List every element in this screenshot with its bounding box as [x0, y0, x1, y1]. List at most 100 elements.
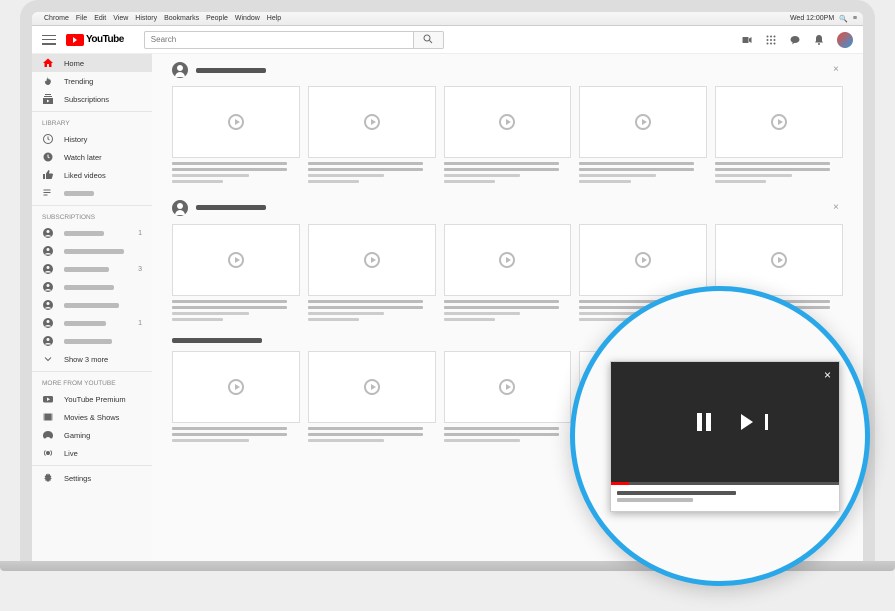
video-shelf: × — [172, 62, 843, 186]
mac-menu-window[interactable]: Window — [235, 15, 260, 22]
mac-menu-bookmarks[interactable]: Bookmarks — [164, 15, 199, 22]
user-avatar[interactable] — [837, 32, 853, 48]
mac-clock: Wed 12:00PM — [790, 15, 834, 22]
pip-magnifier: × — [570, 286, 870, 586]
sidebar-item-premium[interactable]: YouTube Premium — [32, 390, 152, 408]
mac-menu-chrome[interactable]: Chrome — [44, 15, 69, 22]
create-video-icon[interactable] — [741, 34, 753, 46]
play-icon — [635, 252, 651, 268]
sidebar-item-liked[interactable]: Liked videos — [32, 166, 152, 184]
youtube-icon — [42, 393, 54, 405]
shelf-title — [196, 68, 266, 73]
play-icon — [364, 252, 380, 268]
sidebar-item-watch-later[interactable]: Watch later — [32, 148, 152, 166]
channel-avatar-icon — [42, 263, 54, 275]
play-icon — [499, 252, 515, 268]
play-icon — [771, 252, 787, 268]
hamburger-icon[interactable] — [42, 35, 56, 45]
video-card[interactable] — [172, 351, 300, 445]
mac-menu-view[interactable]: View — [113, 15, 128, 22]
gaming-icon — [42, 429, 54, 441]
video-card[interactable] — [444, 351, 572, 445]
mac-menu-people[interactable]: People — [206, 15, 228, 22]
next-button[interactable] — [741, 414, 753, 430]
play-icon — [228, 379, 244, 395]
video-card[interactable] — [172, 224, 300, 324]
play-icon — [228, 114, 244, 130]
video-thumbnail — [308, 86, 436, 158]
shelf-title — [196, 205, 266, 210]
sidebar-sub-channel[interactable] — [32, 278, 152, 296]
youtube-logo[interactable]: YouTube — [66, 34, 124, 46]
sidebar-sub-channel[interactable] — [32, 242, 152, 260]
sidebar-item-trending[interactable]: Trending — [32, 72, 152, 90]
video-card[interactable] — [444, 224, 572, 324]
sidebar-item-gaming[interactable]: Gaming — [32, 426, 152, 444]
video-card[interactable] — [172, 86, 300, 186]
pause-button[interactable] — [697, 413, 711, 431]
sidebar-item-settings[interactable]: Settings — [32, 469, 152, 487]
sidebar-library-header: LIBRARY — [32, 115, 152, 130]
mac-search-icon[interactable]: 🔍 — [839, 15, 848, 23]
sidebar-item-label: YouTube Premium — [64, 395, 126, 404]
video-card[interactable] — [444, 86, 572, 186]
mac-menu-file[interactable]: File — [76, 15, 87, 22]
video-thumbnail — [308, 224, 436, 296]
sidebar-sub-channel[interactable] — [32, 296, 152, 314]
pip-metadata — [611, 485, 839, 511]
mac-menu-bar: Chrome File Edit View History Bookmarks … — [32, 12, 863, 26]
sidebar-item-playlist[interactable] — [32, 184, 152, 202]
pip-progress-bar[interactable] — [611, 482, 839, 485]
play-icon — [364, 379, 380, 395]
video-card[interactable] — [308, 224, 436, 324]
messages-icon[interactable] — [789, 34, 801, 46]
channel-avatar-icon — [42, 227, 54, 239]
pip-player[interactable]: × — [610, 361, 840, 512]
video-card[interactable] — [308, 86, 436, 186]
sidebar-item-home[interactable]: Home — [32, 54, 152, 72]
channel-avatar-icon — [42, 245, 54, 257]
chevron-down-icon — [42, 353, 54, 365]
channel-avatar-icon — [42, 299, 54, 311]
sidebar-item-subscriptions[interactable]: Subscriptions — [32, 90, 152, 108]
mac-menu-help[interactable]: Help — [267, 15, 281, 22]
sidebar-sub-channel[interactable]: 1 — [32, 224, 152, 242]
play-icon — [499, 114, 515, 130]
channel-avatar-icon[interactable] — [172, 62, 188, 78]
mac-menu-edit[interactable]: Edit — [94, 15, 106, 22]
sidebar-item-label: Subscriptions — [64, 95, 109, 104]
sidebar-subs-header: SUBSCRIPTIONS — [32, 209, 152, 224]
mac-menu-icon[interactable]: ≡ — [853, 15, 857, 22]
pip-video-area[interactable]: × — [611, 362, 839, 482]
play-icon — [771, 114, 787, 130]
sidebar-sub-channel[interactable]: 1 — [32, 314, 152, 332]
sidebar-more-header: MORE FROM YOUTUBE — [32, 375, 152, 390]
close-icon[interactable]: × — [833, 203, 843, 213]
close-icon[interactable]: × — [833, 65, 843, 75]
sidebar-item-movies[interactable]: Movies & Shows — [32, 408, 152, 426]
video-thumbnail — [172, 351, 300, 423]
video-card[interactable] — [308, 351, 436, 445]
search-input[interactable] — [144, 31, 414, 49]
sidebar-item-label: History — [64, 135, 87, 144]
channel-avatar-icon[interactable] — [172, 200, 188, 216]
sidebar-sub-channel[interactable]: 3 — [32, 260, 152, 278]
live-icon — [42, 447, 54, 459]
sidebar-item-live[interactable]: Live — [32, 444, 152, 462]
play-icon — [635, 114, 651, 130]
video-thumbnail — [308, 351, 436, 423]
sidebar-item-label: Watch later — [64, 153, 102, 162]
sidebar-show-more[interactable]: Show 3 more — [32, 350, 152, 368]
mac-menu-history[interactable]: History — [135, 15, 157, 22]
close-icon[interactable]: × — [824, 368, 831, 382]
notifications-icon[interactable] — [813, 34, 825, 46]
sidebar-sub-channel[interactable] — [32, 332, 152, 350]
sidebar-item-label: Trending — [64, 77, 93, 86]
search-button[interactable] — [414, 31, 444, 49]
channel-avatar-icon — [42, 281, 54, 293]
video-card[interactable] — [715, 86, 843, 186]
video-card[interactable] — [579, 86, 707, 186]
apps-icon[interactable] — [765, 34, 777, 46]
sidebar: Home Trending Subscriptions LIBRARY Hist… — [32, 54, 152, 561]
sidebar-item-history[interactable]: History — [32, 130, 152, 148]
